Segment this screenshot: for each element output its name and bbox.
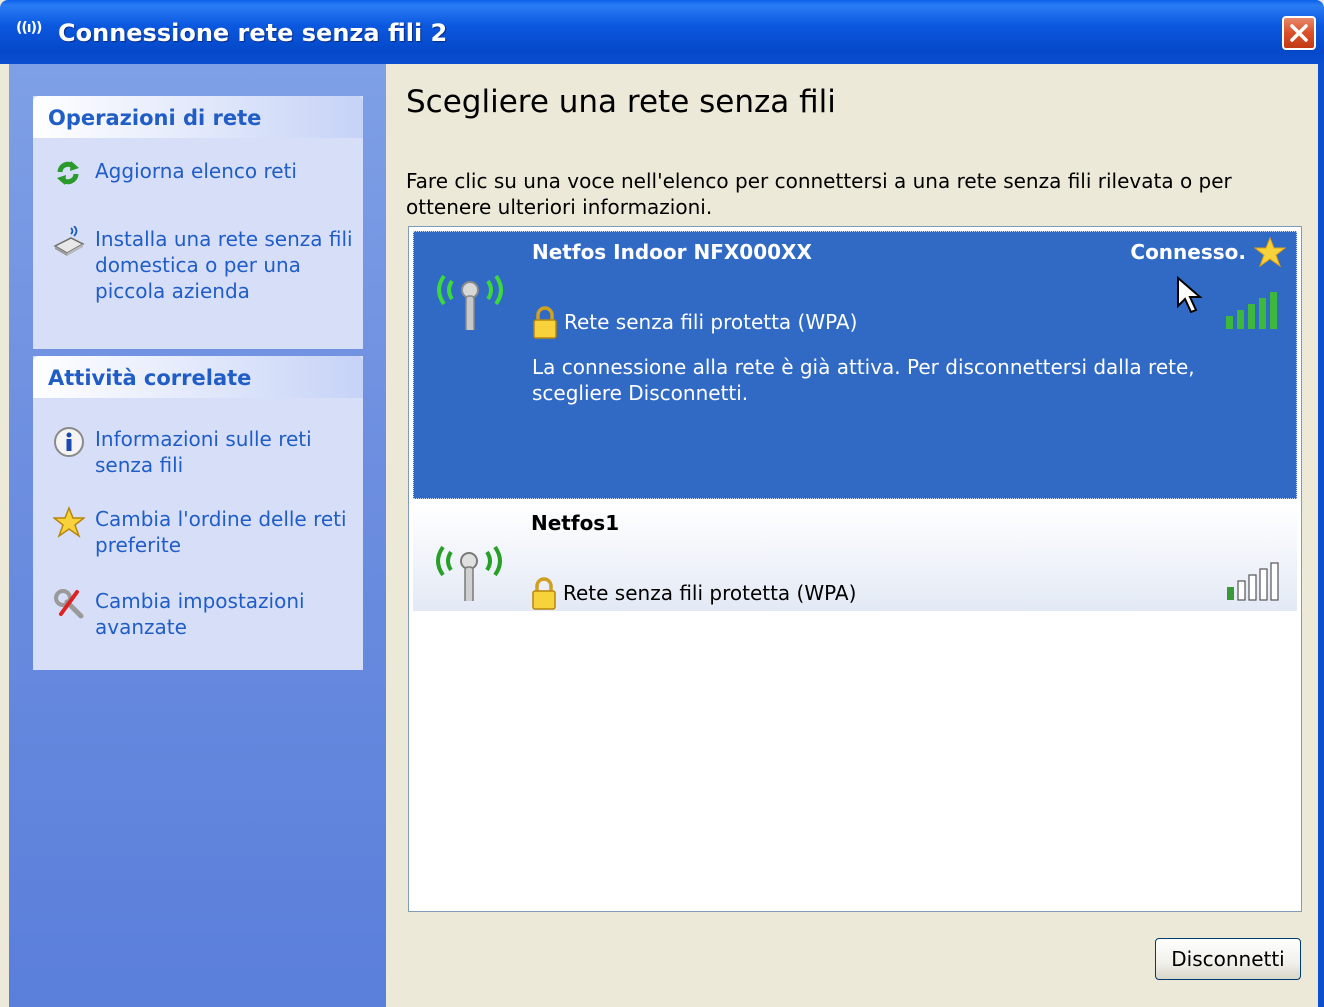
- page-title: Scegliere una rete senza fili: [406, 84, 836, 120]
- close-icon: [1290, 24, 1308, 42]
- instructions-text: Fare clic su una voce nell'elenco per co…: [406, 169, 1232, 219]
- related-tasks-title: Attività correlate: [48, 366, 252, 390]
- network-name: Netfos1: [531, 511, 620, 535]
- advanced-settings-label: Cambia impostazioni avanzate: [95, 589, 305, 639]
- main-content: Scegliere una rete senza fili Fare clic …: [386, 64, 1324, 1007]
- network-tasks-panel: Operazioni di rete Aggiorna elenco reti: [33, 96, 363, 349]
- signal-strength-icon: [1226, 292, 1277, 329]
- mouse-pointer-icon: [1177, 276, 1203, 314]
- info-icon: [53, 426, 84, 457]
- refresh-icon: [53, 158, 83, 188]
- wireless-setup-icon: [53, 225, 85, 256]
- lock-icon: [533, 306, 557, 339]
- signal-strength-icon: [1227, 562, 1279, 601]
- network-tasks-title: Operazioni di rete: [48, 106, 262, 130]
- network-list[interactable]: Netfos Indoor NFX000XX Connesso. Rete se…: [408, 226, 1302, 912]
- lock-icon: [532, 577, 556, 610]
- refresh-network-list-label: Aggiorna elenco reti: [95, 159, 297, 183]
- preferred-star-icon: [1254, 236, 1286, 268]
- network-name: Netfos Indoor NFX000XX: [532, 240, 812, 264]
- wireless-connection-window: ((ı)) Connessione rete senza fili 2 Oper…: [0, 0, 1324, 1007]
- wireless-antenna-icon: [436, 545, 502, 601]
- title-bar[interactable]: ((ı)) Connessione rete senza fili 2: [0, 0, 1324, 64]
- disconnect-button[interactable]: Disconnetti: [1155, 938, 1301, 980]
- security-type: Rete senza fili protetta (WPA): [563, 581, 857, 605]
- window-title: Connessione rete senza fili 2: [58, 19, 448, 47]
- network-item-netfos1[interactable]: Netfos1 Rete senza fili protetta (WPA): [413, 503, 1297, 611]
- related-tasks-panel: Attività correlate Informazioni sulle re…: [33, 356, 363, 670]
- setup-wireless-network-label: Installa una rete senza fili domestica o…: [95, 227, 353, 303]
- star-icon: [51, 505, 87, 538]
- close-button[interactable]: [1282, 16, 1316, 50]
- tools-icon: [53, 588, 84, 619]
- wireless-title-icon: ((ı)): [16, 20, 42, 36]
- wireless-antenna-icon: [437, 274, 503, 330]
- network-item-netfos-indoor[interactable]: Netfos Indoor NFX000XX Connesso. Rete se…: [413, 231, 1297, 499]
- security-type: Rete senza fili protetta (WPA): [564, 310, 858, 334]
- task-sidebar: Operazioni di rete Aggiorna elenco reti: [9, 64, 386, 1007]
- wireless-info-label: Informazioni sulle reti senza fili: [95, 427, 312, 477]
- network-tasks-header[interactable]: Operazioni di rete: [33, 96, 363, 138]
- change-network-order-label: Cambia l'ordine delle reti preferite: [95, 507, 347, 557]
- connection-status: Connesso.: [1130, 240, 1246, 264]
- related-tasks-header[interactable]: Attività correlate: [33, 356, 363, 398]
- connection-description: La connessione alla rete è già attiva. P…: [532, 355, 1195, 405]
